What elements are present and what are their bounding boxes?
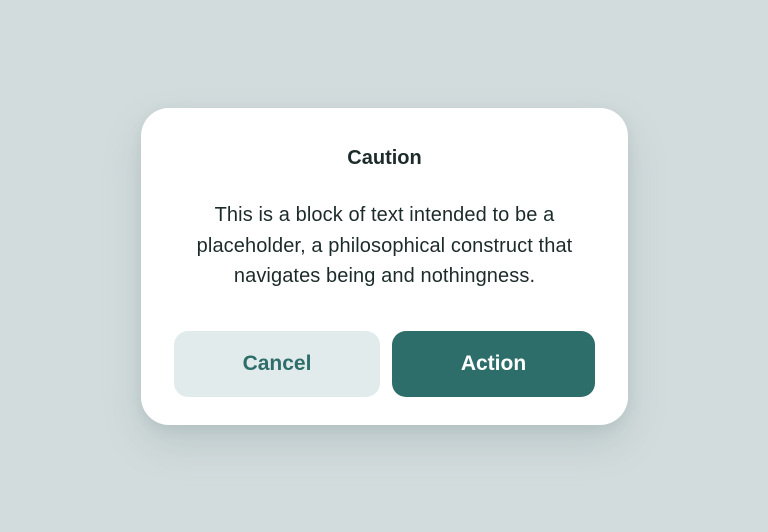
caution-dialog: Caution This is a block of text intended… — [141, 108, 628, 425]
dialog-title: Caution — [347, 147, 422, 169]
action-button[interactable]: Action — [392, 331, 595, 397]
cancel-button[interactable]: Cancel — [174, 331, 380, 397]
dialog-message: This is a block of text intended to be a… — [196, 204, 573, 287]
